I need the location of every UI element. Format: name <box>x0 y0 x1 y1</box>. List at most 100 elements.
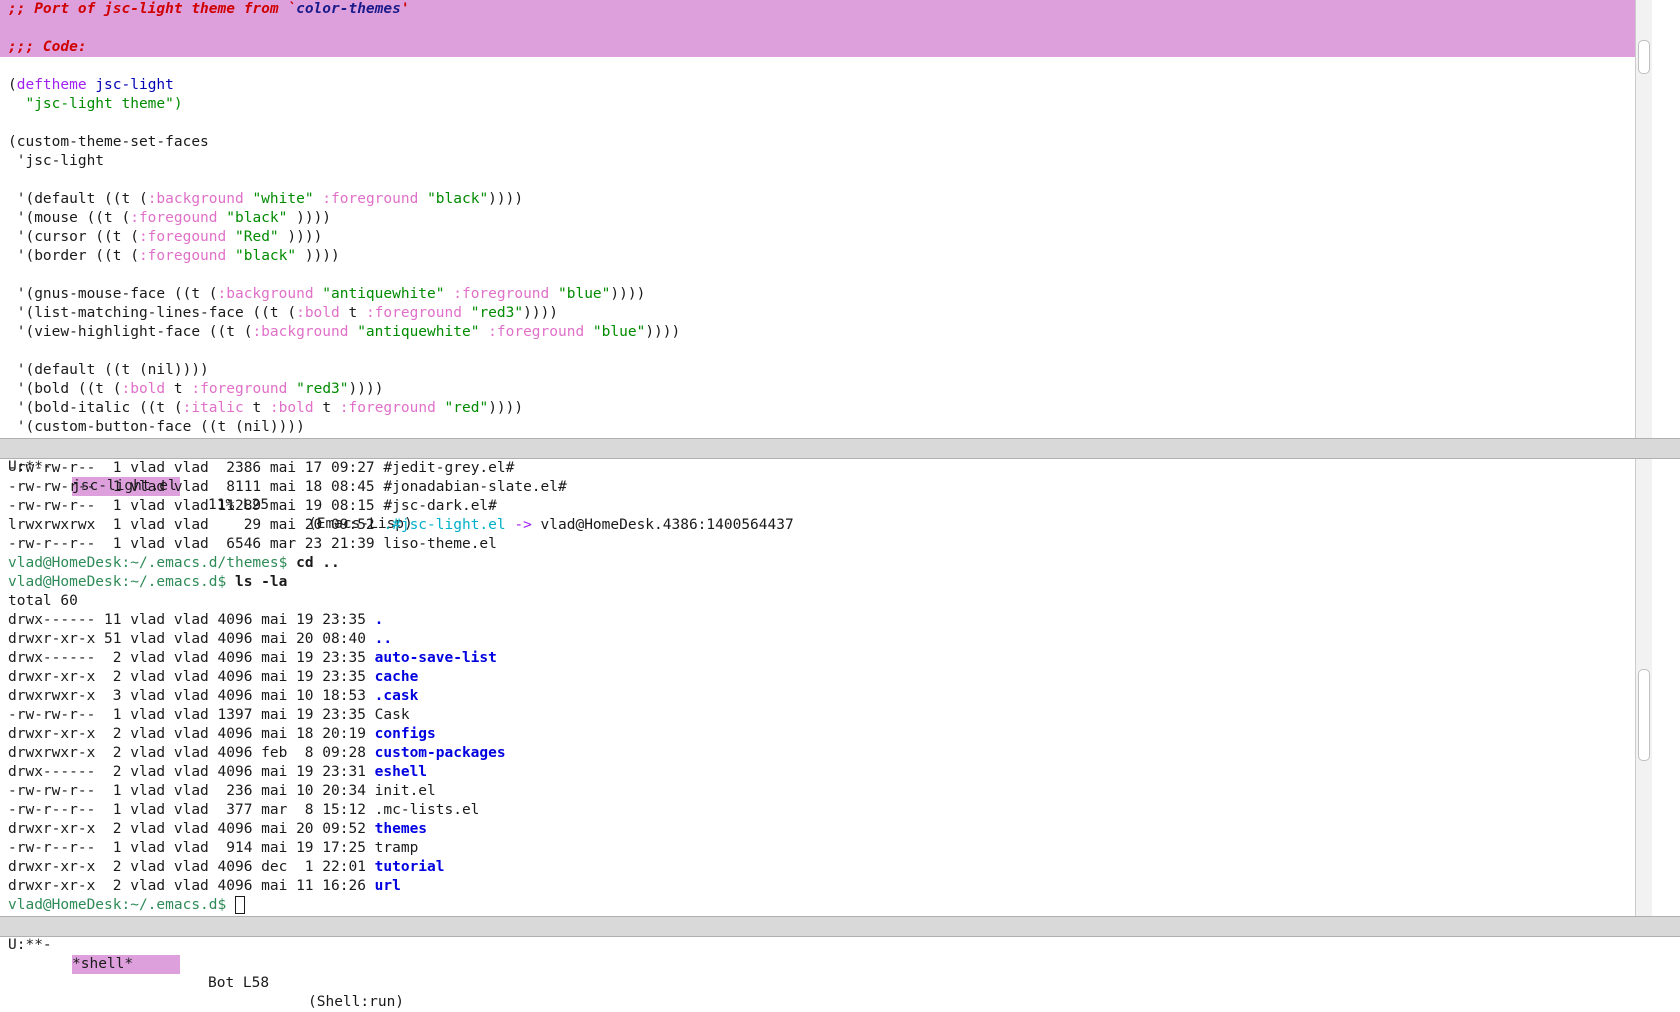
file-meta: -rw-rw-r-- 1 vlad vlad 2386 mai 17 09:27 <box>8 460 384 476</box>
keyword: deftheme <box>16 77 87 93</box>
directory-name[interactable]: custom-packages <box>375 745 506 761</box>
face-spec-line: '(bold-italic ((t (:italic t :bold t :fo… <box>0 399 1652 418</box>
docstring: "jsc-light theme") <box>25 96 183 112</box>
directory-name[interactable]: url <box>375 878 401 894</box>
file-meta: -rw-r--r-- 1 vlad vlad 377 mar 8 15:12 <box>8 802 375 818</box>
face-value: t <box>252 400 262 416</box>
listing-row: drwxrwxr-x 2 vlad vlad 4096 feb 8 09:28 … <box>0 744 1652 763</box>
directory-name[interactable]: . <box>375 612 384 628</box>
listing-row: -rw-r--r-- 1 vlad vlad 6546 mar 23 21:39… <box>0 535 1652 554</box>
listing-row: drwx------ 2 vlad vlad 4096 mai 19 23:31… <box>0 763 1652 782</box>
face-name: '(default ((t ( <box>8 191 148 207</box>
blank-line <box>0 19 1652 38</box>
directory-name[interactable]: tutorial <box>375 859 445 875</box>
face-string: "antiquewhite" <box>357 324 480 340</box>
face-value: t <box>348 305 358 321</box>
modeline-position: Bot L58 <box>208 975 270 991</box>
face-string: "black" <box>226 210 288 226</box>
face-string: "red3" <box>470 305 524 321</box>
listing-row: drwxr-xr-x 51 vlad vlad 4096 mai 20 08:4… <box>0 630 1652 649</box>
face-spec-line: '(view-highlight-face ((t (:background "… <box>0 323 1652 342</box>
listing-row: drwxr-xr-x 2 vlad vlad 4096 mai 18 20:19… <box>0 725 1652 744</box>
face-spec-line: '(default ((t (:background "white" :fore… <box>0 190 1652 209</box>
file-meta: -rw-r--r-- 1 vlad vlad 914 mai 19 17:25 <box>8 840 375 856</box>
directory-name[interactable]: eshell <box>375 764 427 780</box>
file-meta: lrwxrwxrwx 1 vlad vlad 29 mai 20 09:52 <box>8 517 384 533</box>
comment-quote: ' <box>400 1 410 17</box>
face-string: "red" <box>444 400 489 416</box>
shell-buffer[interactable]: -rw-rw-r-- 1 vlad vlad 2386 mai 17 09:27… <box>0 459 1652 916</box>
shell-prompt: vlad@HomeDesk:~/.emacs.d$ <box>8 897 235 913</box>
face-name: '(cursor ((t ( <box>8 229 139 245</box>
file-name[interactable]: Cask <box>375 707 410 723</box>
comment-text: ;; Port of jsc-light theme from ` <box>8 1 297 17</box>
shell-command: ls -la <box>234 574 288 590</box>
listing-row: -rw-rw-r-- 1 vlad vlad 2386 mai 17 09:27… <box>0 459 1652 478</box>
symlink-name[interactable]: .#jsc-light.el <box>383 517 505 533</box>
face-string: "black" <box>235 248 297 264</box>
face-keyword: :bold <box>269 400 314 416</box>
face-name: '(border ((t ( <box>8 248 139 264</box>
paren: ( <box>8 77 17 93</box>
face-spec-line: '(cursor ((t (:foregound "Red" )))) <box>0 228 1652 247</box>
face-keyword: :foreground <box>488 324 585 340</box>
shell-scrollbar-thumb[interactable] <box>1638 669 1650 761</box>
listing-row: drwx------ 11 vlad vlad 4096 mai 19 23:3… <box>0 611 1652 630</box>
listing-row: drwx------ 2 vlad vlad 4096 mai 19 23:35… <box>0 649 1652 668</box>
code-line: "jsc-light theme") <box>0 95 1652 114</box>
comment-text: ;;; Code: <box>8 39 87 55</box>
file-name[interactable]: #jsc-dark.el# <box>383 498 497 514</box>
directory-name[interactable]: configs <box>375 726 436 742</box>
file-meta: drwxrwxr-x 3 vlad vlad 4096 mai 10 18:53 <box>8 688 375 704</box>
file-name[interactable]: .mc-lists.el <box>375 802 480 818</box>
shell-scrollbar[interactable] <box>1635 459 1652 916</box>
face-name: '(view-highlight-face ((t ( <box>8 324 253 340</box>
directory-name[interactable]: .cask <box>375 688 419 704</box>
editor-scrollbar-thumb[interactable] <box>1638 40 1650 74</box>
directory-name[interactable]: cache <box>375 669 419 685</box>
face-close: )))) <box>488 400 524 416</box>
face-string: "blue" <box>592 324 646 340</box>
comment-line: ;; Port of jsc-light theme from `color-t… <box>0 0 1652 19</box>
face-keyword: :italic <box>182 400 244 416</box>
modeline-mode[interactable]: (Shell:run) <box>308 993 404 1012</box>
file-meta: -rw-rw-r-- 1 vlad vlad 1397 mai 19 23:35 <box>8 707 375 723</box>
file-name[interactable]: init.el <box>375 783 436 799</box>
file-name[interactable]: #jonadabian-slate.el# <box>383 479 566 495</box>
face-name: '(default ((t (nil)))) <box>8 362 209 378</box>
listing-row: -rw-rw-r-- 1 vlad vlad 11289 mai 19 08:1… <box>0 497 1652 516</box>
file-name[interactable]: tramp <box>375 840 419 856</box>
directory-name[interactable]: .. <box>375 631 392 647</box>
face-keyword: :background <box>252 324 349 340</box>
face-spec-line: '(default ((t (nil)))) <box>0 361 1652 380</box>
file-meta: -rw-rw-r-- 1 vlad vlad 8111 mai 18 08:45 <box>8 479 384 495</box>
face-close: )))) <box>348 381 384 397</box>
face-close: )))) <box>610 286 646 302</box>
editor-scrollbar[interactable] <box>1635 0 1652 440</box>
face-close: )))) <box>296 210 332 226</box>
face-keyword: :bold <box>121 381 166 397</box>
file-meta: drwxrwxr-x 2 vlad vlad 4096 feb 8 09:28 <box>8 745 375 761</box>
face-string: "white" <box>252 191 314 207</box>
symlink-target: vlad@HomeDesk.4386:1400564437 <box>540 517 794 533</box>
face-close: )))) <box>488 191 524 207</box>
editor-buffer[interactable]: ;; Port of jsc-light theme from `color-t… <box>0 0 1652 440</box>
code-line: 'jsc-light <box>8 153 105 169</box>
face-name: '(custom-button-face ((t (nil)))) <box>8 419 305 435</box>
face-close: )))) <box>304 248 340 264</box>
shell-prompt: vlad@HomeDesk:~/.emacs.d$ <box>8 574 235 590</box>
face-keyword: :foreground <box>339 400 436 416</box>
shell-prompt: vlad@HomeDesk:~/.emacs.d/themes$ <box>8 555 297 571</box>
file-name[interactable]: liso-theme.el <box>383 536 497 552</box>
modeline-buffer-name[interactable]: *shell* <box>72 955 180 974</box>
shell-input-line[interactable]: vlad@HomeDesk:~/.emacs.d$ <box>0 896 1652 915</box>
file-meta: drwxr-xr-x 2 vlad vlad 4096 dec 1 22:01 <box>8 859 375 875</box>
directory-name[interactable]: auto-save-list <box>375 650 497 666</box>
directory-name[interactable]: themes <box>375 821 427 837</box>
face-close: )))) <box>523 305 559 321</box>
face-close: )))) <box>645 324 681 340</box>
shell-command: cd .. <box>296 555 340 571</box>
face-string: "black" <box>427 191 489 207</box>
directory-listing: drwx------ 11 vlad vlad 4096 mai 19 23:3… <box>0 611 1652 896</box>
file-name[interactable]: #jedit-grey.el# <box>383 460 514 476</box>
